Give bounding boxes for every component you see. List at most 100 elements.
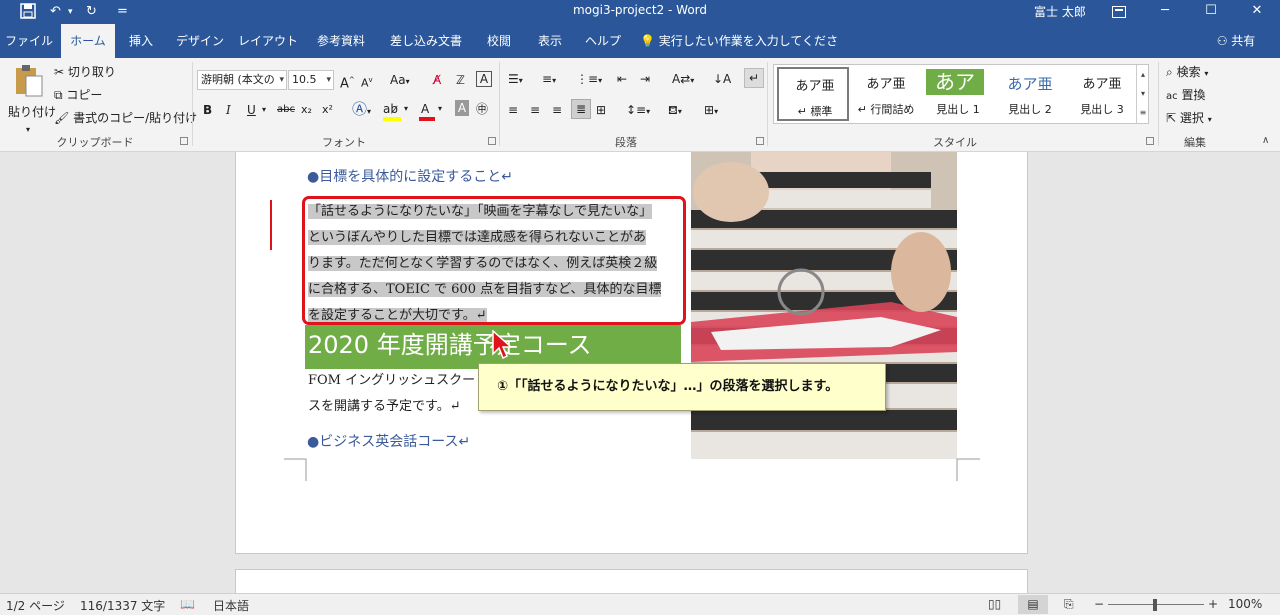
shading-button[interactable]: ⛾▾ (668, 101, 682, 121)
select-button[interactable]: ⇱ 選択 ▾ (1166, 109, 1212, 129)
style-sample: あア亜 (1007, 75, 1053, 93)
tab-mailings[interactable]: 差し込み文書 (382, 24, 470, 58)
word-count[interactable]: 116/1337 文字 (80, 597, 165, 614)
user-name[interactable]: 富士 太郎 (1034, 3, 1086, 20)
tab-file[interactable]: ファイル (0, 24, 58, 58)
zoom-slider-thumb[interactable] (1153, 599, 1157, 611)
tab-review[interactable]: 校閲 (478, 24, 520, 58)
asian-layout-button[interactable]: A⇄▾ (672, 70, 694, 90)
styles-launcher-icon[interactable] (1146, 137, 1154, 145)
underline-dropdown-icon[interactable]: ▾ (262, 101, 266, 119)
align-right-button[interactable]: ≡ (552, 101, 562, 119)
zoom-level[interactable]: 100% (1228, 597, 1262, 611)
distributed-button[interactable]: ⊞ (596, 101, 606, 119)
bullet-list-icon: ☰ (508, 72, 519, 86)
style-name: 見出し 2 (1008, 103, 1052, 116)
enclose-character-button[interactable]: A (476, 71, 492, 87)
ribbon-display-icon[interactable] (1096, 0, 1142, 24)
margin-corner-mark (284, 458, 307, 481)
sort-button[interactable]: ↓A (713, 70, 731, 88)
bold-button[interactable]: B (203, 101, 212, 119)
bullets-button[interactable]: ☰▾ (508, 70, 523, 90)
clear-formatting-button[interactable]: A̸ (433, 71, 441, 89)
tab-layout[interactable]: レイアウト (236, 24, 300, 58)
tellme-box[interactable]: 💡 実行したい作業を入力してください (640, 24, 840, 82)
underline-button[interactable]: U (247, 101, 256, 119)
gallery-scroll[interactable]: ▴ ▾ ≡ (1136, 65, 1149, 123)
italic-button[interactable]: I (226, 101, 231, 119)
font-color-dropdown-icon[interactable]: ▾ (438, 100, 442, 118)
paste-button[interactable]: 貼り付け ▾ (8, 64, 56, 134)
tab-references[interactable]: 参考資料 (306, 24, 376, 58)
web-layout-icon[interactable]: ⎘ (1064, 597, 1074, 612)
format-painter-button[interactable]: 🖌 書式のコピー/貼り付け (54, 109, 197, 127)
language-indicator[interactable]: 日本語 (213, 597, 249, 614)
gallery-more-icon[interactable]: ≡ (1137, 103, 1149, 122)
font-color-button[interactable]: A (419, 100, 435, 121)
strikethrough-button[interactable]: abc (277, 101, 295, 119)
font-size-combo[interactable]: 10.5 ▾ (288, 70, 334, 90)
align-left-button[interactable]: ≡ (508, 101, 518, 119)
subscript-button[interactable]: x₂ (301, 101, 312, 119)
align-left-icon: ≡ (508, 103, 519, 117)
style-heading-1[interactable]: あア 見出し 1 (922, 67, 994, 121)
share-button[interactable]: ⚇ 共有 (1206, 24, 1266, 58)
multilevel-list-icon: ⋮≡ (576, 72, 599, 86)
tab-design[interactable]: デザイン (168, 24, 232, 58)
scroll-up-icon[interactable]: ▴ (1137, 65, 1149, 84)
style-no-spacing[interactable]: あア亜 ↵ 行間詰め (850, 67, 922, 121)
character-shading-button[interactable]: A (455, 100, 469, 116)
shrink-font-button[interactable]: Av (361, 71, 373, 93)
chevron-down-icon: ▾ (1204, 69, 1209, 78)
heading-business[interactable]: ●ビジネス英会話コース↵ (307, 431, 470, 451)
cut-button[interactable]: ✂ 切り取り (54, 63, 116, 81)
close-button[interactable]: ✕ (1234, 0, 1280, 24)
phonetic-guide-button[interactable]: ℤ (456, 71, 465, 89)
multilevel-list-button[interactable]: ⋮≡▾ (576, 70, 602, 90)
grow-font-button[interactable]: A^ (340, 71, 355, 93)
highlight-dropdown-icon[interactable]: ▾ (404, 100, 408, 118)
tab-home[interactable]: ホーム (61, 24, 115, 58)
tab-insert[interactable]: 挿入 (118, 24, 164, 58)
change-case-button[interactable]: Aa▾ (390, 71, 410, 91)
read-mode-icon[interactable]: ▯▯ (988, 597, 1001, 611)
highlight-button[interactable]: ab̷ (383, 100, 401, 121)
justify-button[interactable]: ≣ (571, 99, 591, 119)
font-name-combo[interactable]: 游明朝 (本文の ▾ (197, 70, 287, 90)
style-heading-3[interactable]: あア亜 見出し 3 (1066, 67, 1138, 121)
numbering-button[interactable]: ≡▾ (542, 70, 556, 90)
replace-button[interactable]: ac 置換 (1166, 86, 1205, 106)
enclosed-character-button[interactable]: ㊥ (476, 100, 488, 118)
zoom-in-button[interactable]: + (1208, 597, 1218, 611)
find-button[interactable]: ⌕ 検索 ▾ (1166, 63, 1208, 83)
page-count[interactable]: 1/2 ページ (6, 597, 65, 614)
copy-button[interactable]: ⧉ コピー (54, 86, 102, 104)
style-heading-2[interactable]: あア亜 見出し 2 (994, 67, 1066, 121)
superscript-button[interactable]: x² (322, 101, 333, 119)
styles-group-label: スタイル (933, 136, 977, 149)
print-layout-icon[interactable]: ▤ (1018, 595, 1048, 614)
maximize-button[interactable]: ☐ (1188, 0, 1234, 24)
scroll-down-icon[interactable]: ▾ (1137, 84, 1149, 103)
minimize-button[interactable]: ─ (1142, 0, 1188, 24)
clipboard-launcher-icon[interactable] (180, 137, 188, 145)
paragraph-launcher-icon[interactable] (756, 137, 764, 145)
tab-view[interactable]: 表示 (528, 24, 572, 58)
heading-goal[interactable]: ●目標を具体的に設定すること↵ (307, 166, 513, 186)
collapse-ribbon-icon[interactable]: ∧ (1262, 132, 1269, 150)
style-name: 見出し 1 (936, 103, 980, 116)
document-page-2[interactable] (235, 569, 1028, 593)
borders-button[interactable]: ⊞▾ (704, 101, 718, 121)
format-painter-label: 書式のコピー/貼り付け (73, 111, 198, 125)
decrease-indent-button[interactable]: ⇤ (617, 70, 627, 88)
font-launcher-icon[interactable] (488, 137, 496, 145)
tab-help[interactable]: ヘルプ (578, 24, 628, 58)
style-normal[interactable]: あア亜 ↵ 標準 (777, 67, 849, 121)
text-effects-button[interactable]: Ⓐ▾ (352, 100, 371, 121)
align-center-button[interactable]: ≡ (530, 101, 540, 119)
zoom-out-button[interactable]: − (1094, 597, 1104, 611)
proofing-icon[interactable]: 📖 (180, 597, 195, 611)
show-marks-button[interactable]: ↵ (744, 68, 764, 88)
increase-indent-button[interactable]: ⇥ (640, 70, 650, 88)
line-spacing-button[interactable]: ↕≡▾ (626, 101, 650, 121)
